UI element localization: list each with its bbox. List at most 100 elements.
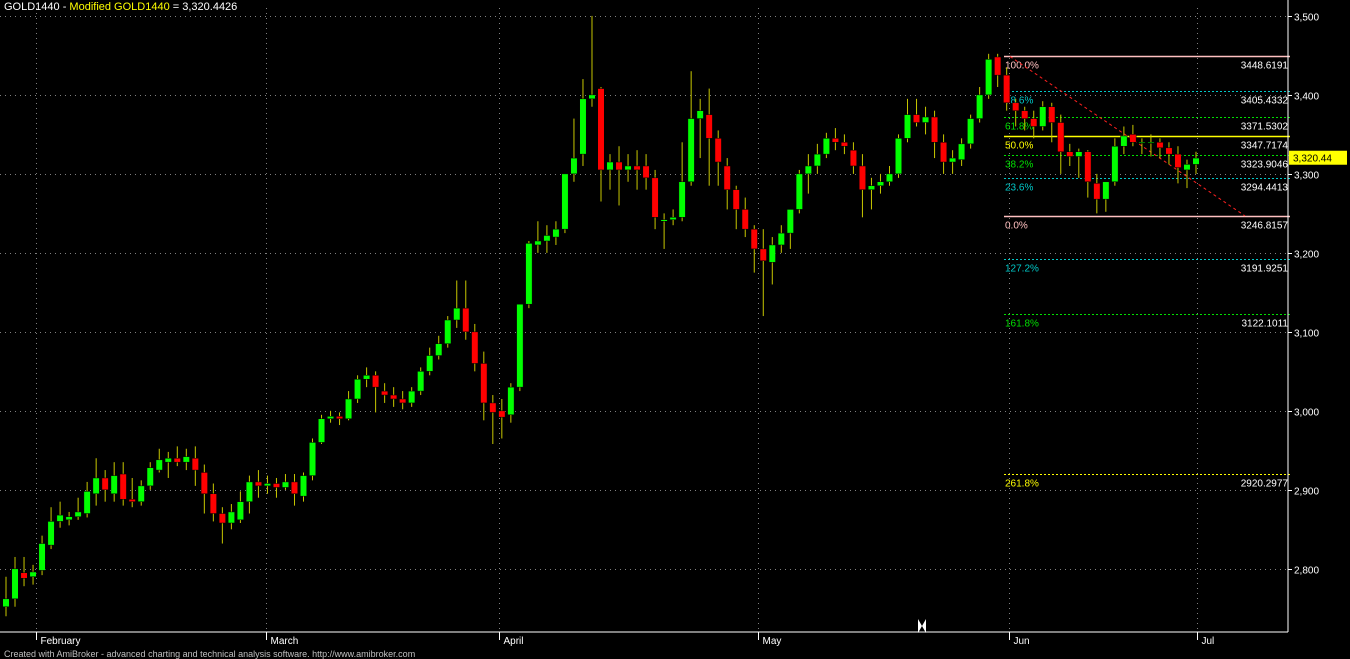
candle-body — [525, 243, 533, 305]
candle-body — [354, 378, 362, 400]
candle-body — [976, 94, 984, 119]
y-tick-label: 2,900 — [1294, 487, 1319, 498]
candle-body — [750, 228, 758, 250]
candle-body — [687, 118, 695, 183]
fib-pct-label: 50.0% — [1005, 141, 1033, 152]
fib-value-label: 3294.4413 — [1241, 183, 1289, 194]
candle-body — [534, 240, 542, 246]
candle-body — [615, 161, 623, 171]
candle-body — [1084, 151, 1092, 183]
candle-body — [200, 472, 208, 495]
y-tick-label: 3,100 — [1294, 329, 1319, 340]
candle-body — [11, 568, 19, 600]
fib-value-label: 3371.5302 — [1241, 122, 1289, 133]
fib-pct-label: 38.2% — [1005, 160, 1033, 171]
candle-body — [813, 153, 821, 167]
candle-body — [164, 457, 172, 463]
last-price-label: 3,320.44 — [1293, 154, 1332, 165]
candle-body — [1030, 118, 1038, 127]
candle-body — [1165, 147, 1173, 155]
fib-value-label: 3448.6191 — [1241, 61, 1289, 72]
candle-body — [597, 88, 605, 171]
fib-value-label: 3122.1011 — [1241, 319, 1288, 330]
candle-body — [155, 459, 163, 471]
candle-body — [74, 511, 82, 517]
candle-body — [498, 410, 506, 418]
candle-body — [245, 481, 253, 502]
candle-body — [678, 181, 686, 218]
y-tick-label: 3,500 — [1294, 13, 1319, 24]
candle-body — [263, 483, 271, 487]
candle-body — [65, 516, 73, 521]
candle-body — [1120, 135, 1128, 147]
candle-body — [642, 165, 650, 179]
candle-body — [949, 157, 957, 163]
candle-body — [958, 143, 966, 160]
candle-body — [994, 56, 1002, 76]
candle-body — [1111, 145, 1119, 183]
fibonacci-levels: 100.0% 3448.619178.6% 3405.433261.8% 3371.5… — [1004, 55, 1290, 490]
candle-body — [417, 371, 425, 392]
candle-body — [561, 173, 569, 230]
candle-body — [777, 232, 785, 246]
candle-body — [29, 571, 37, 577]
candle-body — [840, 142, 848, 147]
candle-body — [1012, 102, 1020, 111]
fib-pct-label: 161.8% — [1005, 319, 1039, 330]
candle-body — [254, 481, 262, 487]
price-chart[interactable]: 100.0% 3448.619178.6% 3405.433261.8% 3371.5… — [0, 0, 1350, 657]
candle-body — [831, 138, 839, 143]
candle-body — [579, 98, 587, 155]
candle-body — [56, 514, 64, 522]
candle-body — [309, 442, 317, 476]
candle-body — [38, 543, 46, 571]
fib-pct-label: 0.0% — [1005, 221, 1028, 232]
candle-body — [146, 467, 154, 487]
candle-body — [272, 483, 280, 488]
candle-body — [931, 116, 939, 143]
candle-body — [1183, 164, 1191, 171]
candle-body — [922, 116, 930, 123]
candle-body — [885, 173, 893, 183]
candle-body — [20, 572, 28, 579]
candle-body — [867, 185, 875, 190]
candle-body — [444, 319, 452, 344]
candle-body — [1021, 110, 1029, 119]
fib-pct-label: 23.6% — [1005, 183, 1033, 194]
candle-body — [2, 598, 10, 607]
candle-body — [588, 94, 596, 100]
candle-body — [480, 363, 488, 404]
fib-pct-label: 61.8% — [1005, 122, 1033, 133]
candle-body — [804, 165, 812, 175]
candle-body — [705, 114, 713, 139]
candle-body — [462, 307, 470, 333]
candle-body — [173, 457, 181, 463]
candle-body — [390, 394, 398, 400]
candle-body — [1066, 151, 1074, 157]
time-marker-icon — [918, 619, 926, 633]
candle-body — [660, 219, 668, 222]
candle-body — [570, 157, 578, 175]
candle-body — [1003, 74, 1011, 104]
fib-value-label: 3191.9251 — [1241, 264, 1289, 275]
candle-body — [507, 386, 515, 416]
fib-value-label: 3405.4332 — [1241, 96, 1289, 107]
candle-body — [786, 209, 794, 234]
candle-body — [489, 402, 497, 413]
y-tick-label: 3,300 — [1294, 171, 1319, 182]
candle-body — [453, 307, 461, 321]
candle-body — [191, 457, 199, 471]
y-tick-label: 3,400 — [1294, 92, 1319, 103]
candle-body — [300, 475, 307, 497]
candle-body — [290, 481, 298, 495]
candle-body — [182, 456, 190, 463]
candle-body — [858, 165, 866, 190]
candle-body — [471, 331, 479, 364]
candle-body — [606, 161, 614, 171]
candle-body — [1075, 151, 1083, 157]
candle-body — [552, 228, 560, 238]
candle-body — [1156, 142, 1164, 149]
candle-body — [128, 499, 136, 502]
candle-body — [822, 138, 830, 155]
candle-body — [1048, 106, 1056, 123]
